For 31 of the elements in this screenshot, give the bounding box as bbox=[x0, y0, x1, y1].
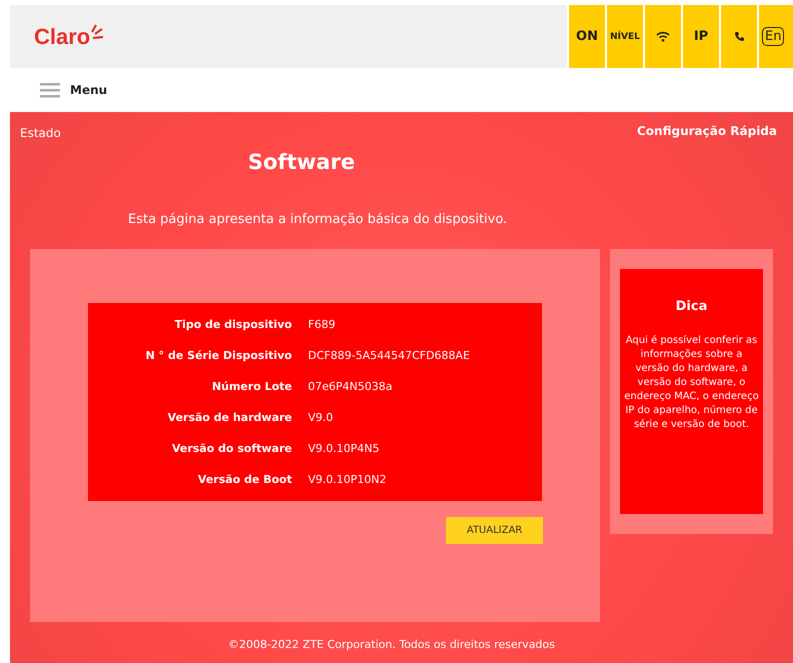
row-value: V9.0 bbox=[308, 411, 334, 424]
page-description: Esta página apresenta a informação básica do dispositivo. bbox=[128, 212, 508, 227]
row-label: Versão de Boot bbox=[196, 473, 292, 486]
claro-logo: Claro bbox=[34, 24, 104, 50]
status-button[interactable]: NÍVEL bbox=[605, 5, 643, 68]
tip-text: Aqui é possível conferir as informações sobre a versão do hardware, a versão do software, o endereço MAC, o endereço IP do aparelho, número de série e versão de boot. bbox=[624, 334, 759, 432]
row-label: Número Lote bbox=[210, 380, 292, 393]
phone-icon bbox=[734, 31, 744, 42]
row-value: F689 bbox=[308, 318, 336, 331]
row-label: Versão do software bbox=[170, 442, 292, 455]
row-value: 07e6P4N5038a bbox=[308, 380, 394, 393]
menu-icon bbox=[40, 82, 60, 98]
wifi-icon bbox=[656, 31, 670, 42]
status-button[interactable]: IP bbox=[681, 5, 719, 68]
row-value: V9.0.10P10N2 bbox=[308, 473, 388, 486]
page-title: Software bbox=[247, 150, 356, 174]
copyright-text: ©2008-2022 ZTE Corporation. Todos os direitos reservados bbox=[227, 638, 556, 651]
row-value: DCF889-5A544547CFD688AE bbox=[308, 349, 471, 362]
row-label: Tipo de dispositivo bbox=[174, 318, 292, 331]
language-button[interactable]: En bbox=[757, 5, 793, 68]
wifi-button[interactable] bbox=[643, 5, 681, 68]
menu-button[interactable]: Menu bbox=[40, 82, 108, 98]
row-value: V9.0.10P4N5 bbox=[308, 442, 380, 455]
quick-setup-link[interactable]: Configuração Rápida bbox=[631, 122, 783, 140]
row-label: Versão de hardware bbox=[166, 411, 292, 424]
status-button[interactable]: ON bbox=[567, 5, 605, 68]
breadcrumb: Estado bbox=[20, 126, 61, 140]
tip-title: Dica bbox=[674, 299, 708, 314]
phone-button[interactable] bbox=[719, 5, 757, 68]
update-button[interactable]: ATUALIZAR bbox=[446, 517, 543, 544]
row-label: N ° de Série Dispositivo bbox=[144, 349, 292, 362]
